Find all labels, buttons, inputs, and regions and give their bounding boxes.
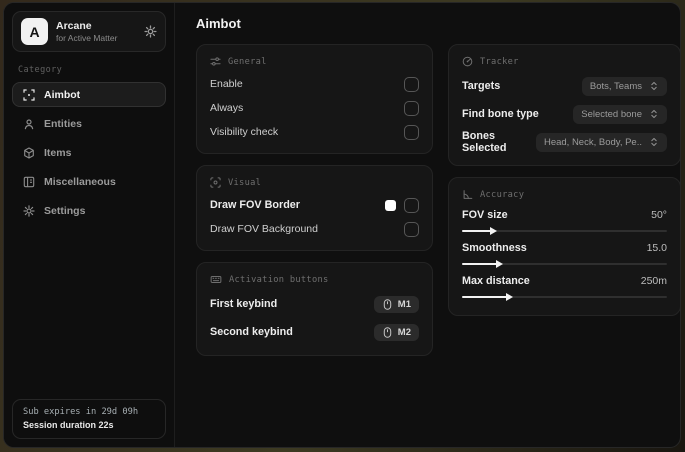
setting-row: Second keybind M2 bbox=[210, 319, 419, 345]
setting-label: First keybind bbox=[210, 298, 278, 310]
chevrons-up-down-icon bbox=[649, 109, 659, 119]
sidebar-item-label: Settings bbox=[44, 204, 86, 217]
smoothness-slider[interactable] bbox=[462, 259, 667, 268]
fov-size-slider[interactable] bbox=[462, 226, 667, 235]
cube-icon bbox=[23, 146, 35, 159]
draw-fov-background-checkbox[interactable] bbox=[404, 221, 419, 237]
radar-icon bbox=[462, 56, 473, 67]
enable-checkbox[interactable] bbox=[404, 76, 419, 92]
slider-value: 15.0 bbox=[646, 242, 667, 254]
person-icon bbox=[23, 118, 35, 130]
mouse-icon bbox=[382, 326, 393, 338]
setting-label: Enable bbox=[210, 78, 243, 90]
setting-label: Draw FOV Border bbox=[210, 199, 300, 211]
panel-title: Accuracy bbox=[480, 189, 525, 200]
draw-fov-border-checkbox[interactable] bbox=[404, 197, 419, 213]
slider-thumb[interactable] bbox=[489, 226, 497, 235]
setting-row: First keybind M1 bbox=[210, 291, 419, 317]
visibility-check-checkbox[interactable] bbox=[404, 124, 419, 140]
setting-label: Visibility check bbox=[210, 126, 279, 138]
sidebar-item-aimbot[interactable]: Aimbot bbox=[12, 82, 166, 107]
fov-border-color-swatch[interactable] bbox=[385, 199, 396, 211]
panel-tracker: Tracker Targets Bots, Teams Find bone ty… bbox=[448, 44, 680, 166]
sidebar-item-label: Miscellaneous bbox=[44, 175, 116, 188]
bones-selected-select[interactable]: Head, Neck, Body, Pe.. bbox=[535, 132, 667, 152]
arcane-logo: A bbox=[21, 18, 48, 45]
setting-row: Draw FOV Background bbox=[210, 218, 419, 240]
targets-select[interactable]: Bots, Teams bbox=[581, 76, 667, 96]
second-keybind-button[interactable]: M2 bbox=[373, 323, 419, 341]
panel-title: Tracker bbox=[480, 56, 519, 67]
smoothness-slider-block: Smoothness 15.0 bbox=[462, 239, 667, 268]
slider-thumb[interactable] bbox=[495, 259, 503, 268]
always-checkbox[interactable] bbox=[404, 100, 419, 116]
subscription-info-box: Sub expires in 29d 09h Session duration … bbox=[12, 399, 166, 439]
slider-label: FOV size bbox=[462, 209, 508, 221]
max-distance-slider-block: Max distance 250m bbox=[462, 272, 667, 301]
keybind-value: M1 bbox=[397, 298, 411, 310]
keyboard-icon bbox=[210, 274, 222, 285]
app-name: Arcane bbox=[56, 20, 92, 32]
setting-row: Find bone type Selected bone bbox=[462, 101, 667, 127]
slider-label: Max distance bbox=[462, 275, 530, 287]
first-keybind-button[interactable]: M1 bbox=[373, 295, 419, 313]
panel-general: General Enable Always Visibility check bbox=[196, 44, 433, 154]
layout-icon bbox=[23, 176, 35, 188]
setting-label: Find bone type bbox=[462, 108, 539, 120]
panel-title: Visual bbox=[228, 177, 262, 188]
gear-icon bbox=[23, 204, 35, 217]
setting-label: Draw FOV Background bbox=[210, 223, 318, 235]
main-area: Aimbot General Enable Always Visibility … bbox=[175, 3, 680, 447]
crosshair-scan-icon bbox=[23, 88, 35, 101]
setting-row: Visibility check bbox=[210, 121, 419, 143]
find-bone-type-select[interactable]: Selected bone bbox=[573, 104, 667, 124]
setting-label: Second keybind bbox=[210, 326, 293, 338]
keybind-value: M2 bbox=[397, 326, 411, 338]
chevrons-up-down-icon bbox=[649, 137, 659, 147]
slider-thumb[interactable] bbox=[506, 292, 514, 301]
app-subtitle: for Active Matter bbox=[56, 33, 118, 43]
fov-size-slider-block: FOV size 50° bbox=[462, 206, 667, 235]
sidebar-item-settings[interactable]: Settings bbox=[12, 198, 166, 223]
sidebar-item-label: Entities bbox=[44, 117, 82, 130]
gear-icon[interactable] bbox=[144, 25, 157, 38]
panel-accuracy: Accuracy FOV size 50° Smoothness 15.0 Ma… bbox=[448, 177, 680, 316]
sidebar-item-label: Aimbot bbox=[44, 88, 81, 101]
angle-icon bbox=[462, 189, 473, 200]
sidebar-item-entities[interactable]: Entities bbox=[12, 111, 166, 136]
setting-row: Draw FOV Border bbox=[210, 194, 419, 216]
select-value: Head, Neck, Body, Pe.. bbox=[543, 136, 642, 148]
setting-label: Bones Selected bbox=[462, 130, 507, 154]
sidebar: A Arcane for Active Matter Category Aimb bbox=[4, 3, 175, 447]
select-value: Selected bone bbox=[581, 108, 642, 120]
sidebar-item-miscellaneous[interactable]: Miscellaneous bbox=[12, 169, 166, 194]
eye-scan-icon bbox=[210, 177, 221, 188]
menu-window: A Arcane for Active Matter Category Aimb bbox=[3, 2, 681, 448]
category-label: Category bbox=[18, 65, 63, 75]
panel-title: General bbox=[228, 56, 267, 67]
slider-label: Smoothness bbox=[462, 242, 527, 254]
select-value: Bots, Teams bbox=[589, 80, 642, 92]
page-title: Aimbot bbox=[196, 16, 241, 31]
setting-row: Targets Bots, Teams bbox=[462, 73, 667, 99]
slider-value: 50° bbox=[651, 209, 667, 221]
sub-expiry-text: Sub expires in 29d 09h bbox=[23, 407, 139, 417]
chevrons-up-down-icon bbox=[649, 81, 659, 91]
sidebar-item-items[interactable]: Items bbox=[12, 140, 166, 165]
mouse-icon bbox=[382, 298, 393, 310]
setting-row: Bones Selected Head, Neck, Body, Pe.. bbox=[462, 129, 667, 155]
sidebar-item-label: Items bbox=[44, 146, 72, 159]
setting-row: Enable bbox=[210, 73, 419, 95]
max-distance-slider[interactable] bbox=[462, 292, 667, 301]
setting-label: Always bbox=[210, 102, 244, 114]
session-duration-text: Session duration 22s bbox=[23, 420, 114, 430]
setting-label: Targets bbox=[462, 80, 501, 92]
panel-activation-buttons: Activation buttons First keybind M1 Seco… bbox=[196, 262, 433, 356]
tune-icon bbox=[210, 56, 221, 67]
panel-visual: Visual Draw FOV Border Draw FOV Backgrou… bbox=[196, 165, 433, 251]
slider-value: 250m bbox=[640, 275, 667, 287]
panel-title: Activation buttons bbox=[229, 274, 329, 285]
brand-card: A Arcane for Active Matter bbox=[12, 11, 166, 52]
setting-row: Always bbox=[210, 97, 419, 119]
